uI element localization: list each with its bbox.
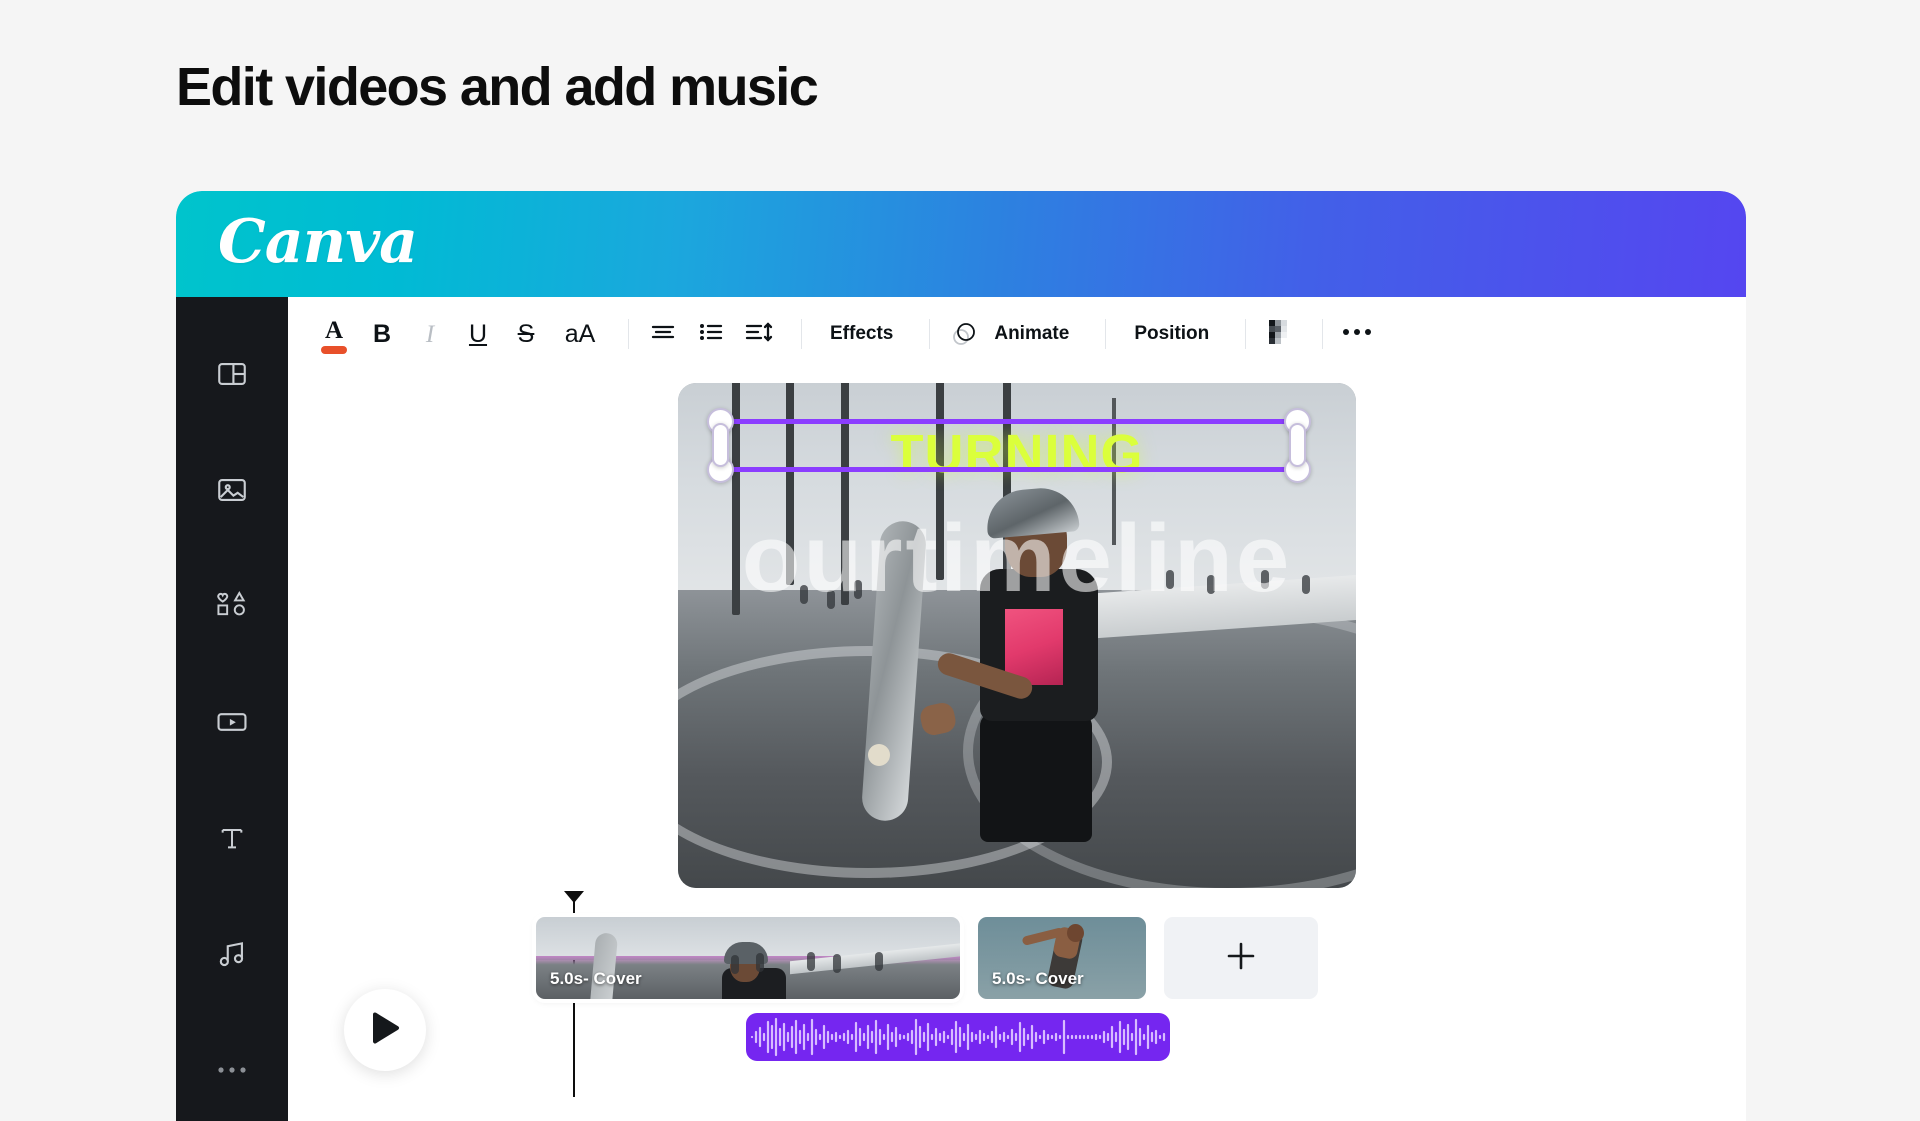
selection-edge-top (720, 419, 1298, 424)
clip-duration-label: 5.0s- Cover (992, 969, 1084, 988)
crowd-figure (807, 952, 816, 972)
toolbar-divider (1322, 319, 1324, 349)
bold-button[interactable]: B (362, 311, 402, 357)
toolbar-divider (628, 319, 629, 349)
timeline-panel: 5.0s- Cover 5.0s- Cover (288, 891, 1746, 1121)
sidebar-item-audio[interactable] (176, 921, 288, 987)
underline-letter: U (468, 319, 488, 348)
audio-track[interactable] (746, 1013, 1170, 1061)
toolbar-divider (929, 319, 931, 349)
audio-waveform-icon (750, 1017, 1166, 1057)
crowd-figure (875, 952, 884, 972)
canvas-stage: ourtimeline TURNING (288, 371, 1746, 901)
text-color-swatch (321, 346, 347, 354)
letter-case-button[interactable]: aA (554, 311, 606, 357)
design-canvas[interactable]: ourtimeline TURNING (678, 383, 1356, 888)
underline-button[interactable]: U (458, 311, 498, 357)
strikethrough-letter: S (517, 319, 535, 348)
canva-editor-window: Canva A B I U S aA Effects Animate Posit… (176, 191, 1746, 1121)
effects-label: Effects (830, 323, 894, 344)
line-spacing-icon (744, 320, 774, 349)
text-toolbar: A B I U S aA Effects Animate Position (288, 297, 1746, 371)
plus-icon (1224, 939, 1258, 978)
editor-main: A B I U S aA Effects Animate Position ou… (288, 297, 1746, 1121)
align-text-icon (649, 320, 677, 349)
letter-case-label: aA (564, 319, 596, 348)
skater-figure (860, 485, 1180, 888)
text-selection-frame (707, 407, 1311, 485)
canva-logo[interactable]: Canva (218, 207, 418, 277)
align-text-button[interactable] (643, 311, 683, 357)
layout-icon (215, 357, 249, 391)
skater-cap (984, 485, 1081, 539)
toolbar-divider (1105, 319, 1107, 349)
image-icon (215, 473, 249, 507)
text-icon (216, 822, 248, 854)
playhead-marker-icon[interactable] (564, 891, 584, 903)
sidebar-item-elements[interactable] (176, 573, 288, 639)
position-button[interactable]: Position (1120, 311, 1223, 357)
sidebar-item-uploads-images[interactable] (176, 457, 288, 523)
selection-handle-right[interactable] (1289, 423, 1306, 467)
app-header: Canva (176, 191, 1746, 297)
selection-handle-left[interactable] (712, 423, 729, 467)
page-title: Edit videos and add music (176, 57, 819, 117)
text-color-button[interactable]: A (314, 311, 354, 357)
bulleted-list-icon (697, 320, 725, 349)
bold-letter: B (372, 319, 392, 348)
crowd-figure (854, 579, 863, 599)
clip-row: 5.0s- Cover 5.0s- Cover (532, 913, 1318, 1003)
crowd-figure (731, 954, 740, 974)
transparency-button[interactable] (1260, 311, 1300, 357)
play-triangle-icon (370, 1011, 400, 1050)
crowd-figure (832, 953, 841, 973)
bulleted-list-button[interactable] (691, 311, 731, 357)
text-color-letter: A (324, 317, 344, 344)
video-icon (215, 705, 249, 739)
more-horizontal-icon (1340, 325, 1374, 343)
transparency-checkerboard-icon (1267, 318, 1293, 351)
skateboard (860, 519, 928, 823)
line-spacing-button[interactable] (739, 311, 779, 357)
left-sidebar (176, 297, 288, 1121)
sidebar-item-design-templates[interactable] (176, 341, 288, 407)
animate-button[interactable]: Animate (944, 311, 1083, 357)
play-button[interactable] (344, 989, 426, 1071)
animate-circles-icon (944, 320, 980, 348)
skater-hand (918, 701, 958, 738)
more-options-button[interactable] (1337, 311, 1377, 357)
strikethrough-button[interactable]: S (506, 311, 546, 357)
shapes-icon (214, 588, 250, 624)
sidebar-item-text[interactable] (176, 805, 288, 871)
toolbar-divider (1245, 319, 1247, 349)
position-label: Position (1134, 323, 1210, 344)
toolbar-divider (801, 319, 802, 349)
timeline-clip[interactable]: 5.0s- Cover (978, 917, 1146, 999)
crowd-figure (1206, 574, 1215, 594)
crowd-figure (1301, 574, 1310, 594)
italic-button[interactable]: I (410, 311, 450, 357)
clip-figure (706, 938, 798, 999)
crowd-figure (800, 585, 809, 604)
more-horizontal-icon (215, 1064, 249, 1076)
selection-edge-bottom (720, 467, 1298, 472)
effects-button[interactable]: Effects (816, 311, 907, 357)
animate-label: Animate (994, 323, 1070, 344)
italic-letter: I (425, 320, 435, 348)
clip-duration-label: 5.0s- Cover (550, 969, 642, 988)
crowd-figure (1261, 569, 1270, 589)
sidebar-item-more-apps[interactable] (176, 1037, 288, 1103)
editor-body: A B I U S aA Effects Animate Position ou… (176, 297, 1746, 1121)
crowd-figure (756, 953, 765, 973)
timeline-clip[interactable]: 5.0s- Cover (532, 913, 964, 1003)
add-clip-button[interactable] (1164, 917, 1318, 999)
music-note-icon (215, 937, 249, 971)
skater-legs (980, 712, 1093, 843)
sidebar-item-videos[interactable] (176, 689, 288, 755)
crowd-figure (827, 590, 836, 610)
